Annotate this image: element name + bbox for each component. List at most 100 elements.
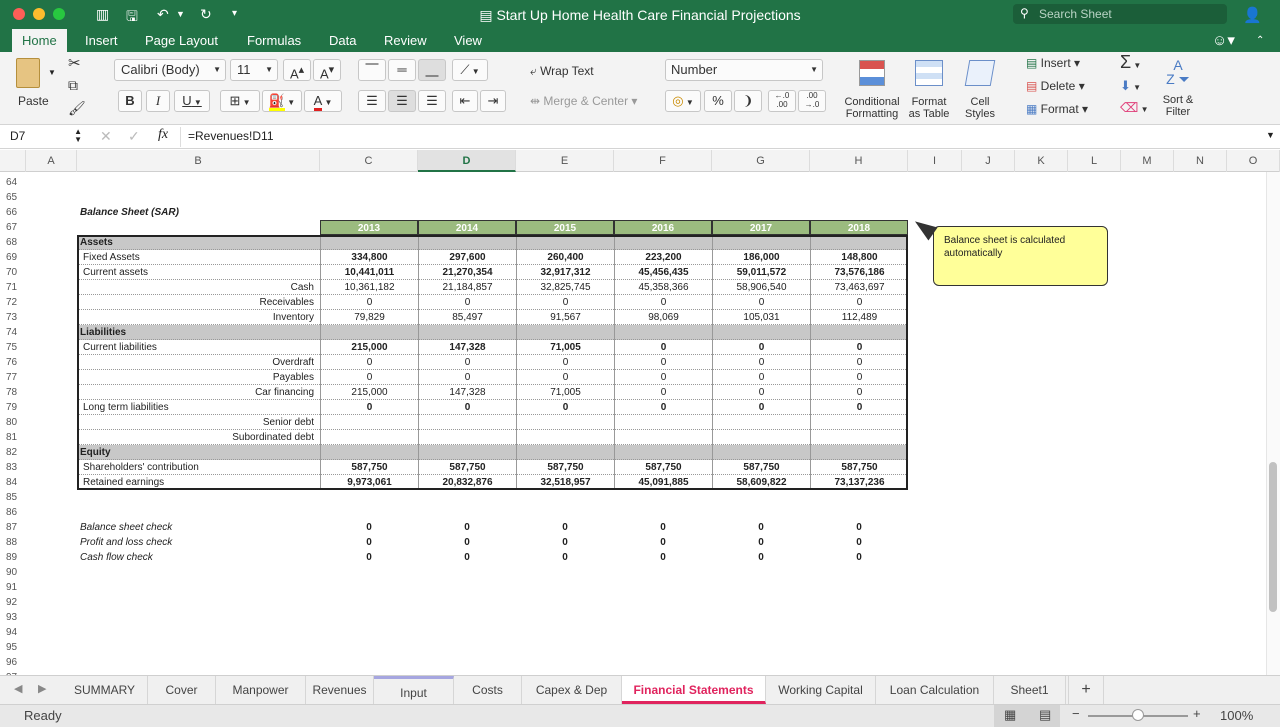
table-cell[interactable]: 10,361,182 [320, 280, 418, 295]
check-value[interactable]: 0 [418, 535, 516, 550]
confirm-formula-icon[interactable]: ✓ [128, 128, 140, 145]
increase-indent-button[interactable]: ⇥ [480, 90, 506, 112]
table-cell[interactable]: 58,906,540 [712, 280, 810, 295]
table-cell[interactable]: 0 [614, 340, 712, 355]
table-cell[interactable]: 0 [712, 295, 810, 310]
sheet-tab[interactable]: Cover [148, 676, 216, 704]
table-cell[interactable]: 0 [614, 400, 712, 415]
column-header[interactable]: C [320, 150, 418, 172]
align-bottom-button[interactable]: ⎽ [418, 59, 446, 81]
page-layout-view-icon[interactable]: ▤ [1039, 707, 1051, 723]
row-header[interactable]: 87 [0, 520, 26, 535]
table-cell[interactable] [516, 445, 614, 460]
column-header[interactable]: O [1227, 150, 1280, 172]
check-value[interactable]: 0 [810, 535, 908, 550]
accounting-format-button[interactable]: ◎ ▼ [665, 90, 701, 112]
table-cell[interactable] [712, 430, 810, 445]
column-header[interactable]: F [614, 150, 712, 172]
row-header[interactable]: 82 [0, 445, 26, 460]
fill-down-icon[interactable]: ⬇ ▼ [1120, 78, 1141, 94]
check-value[interactable]: 0 [614, 550, 712, 565]
table-cell[interactable]: 148,800 [810, 250, 908, 265]
tab-page-layout[interactable]: Page Layout [145, 33, 218, 48]
scroll-tabs-right-icon[interactable]: ▶ [38, 682, 46, 695]
worksheet-grid[interactable]: 64 65 66 67 68 69 70 71 72 73 74 75 76 77 78 79 80 81 82 83… [0, 172, 1266, 675]
sheet-tab[interactable]: SUMMARY [62, 676, 148, 704]
corner-select-all[interactable] [0, 150, 26, 172]
check-value[interactable]: 0 [614, 520, 712, 535]
table-cell[interactable]: 98,069 [614, 310, 712, 325]
format-cells-button[interactable]: ▦ Format ▾ [1026, 102, 1088, 116]
align-left-button[interactable]: ☰ [358, 90, 386, 112]
table-cell[interactable]: 587,750 [516, 460, 614, 475]
zoom-in-icon[interactable]: + [1193, 706, 1201, 721]
column-header[interactable]: N [1174, 150, 1227, 172]
table-cell[interactable]: 112,489 [810, 310, 908, 325]
table-cell[interactable]: 9,973,061 [320, 475, 418, 490]
table-cell[interactable]: 0 [614, 370, 712, 385]
table-cell[interactable]: 58,609,822 [712, 475, 810, 490]
normal-view-icon[interactable]: ▦ [1004, 707, 1016, 723]
column-header[interactable]: E [516, 150, 614, 172]
collapse-ribbon-icon[interactable]: ⌃ [1256, 35, 1264, 46]
table-cell[interactable]: 147,328 [418, 385, 516, 400]
table-cell[interactable] [516, 235, 614, 250]
sort-filter-button[interactable]: AZ ⏷ Sort & Filter [1155, 56, 1201, 120]
table-cell[interactable]: 0 [418, 355, 516, 370]
table-cell[interactable]: 334,800 [320, 250, 418, 265]
expand-formula-icon[interactable]: ▼ [1266, 130, 1275, 140]
column-header[interactable]: I [908, 150, 962, 172]
table-cell[interactable]: 147,328 [418, 340, 516, 355]
table-cell[interactable]: 0 [810, 355, 908, 370]
clear-eraser-icon[interactable]: ⌫ ▼ [1120, 100, 1149, 116]
sheet-tab[interactable]: Capex & Dep [522, 676, 622, 704]
merge-center-button[interactable]: ⇹ Merge & Center ▾ [530, 94, 637, 108]
sheet-tab[interactable]: Costs [454, 676, 522, 704]
table-cell[interactable] [418, 325, 516, 340]
table-cell[interactable]: 71,005 [516, 340, 614, 355]
copy-icon[interactable]: ⧉ [68, 77, 78, 94]
conditional-formatting-button[interactable]: Conditional Formatting [842, 56, 902, 120]
table-cell[interactable]: 0 [712, 400, 810, 415]
column-header[interactable]: D [418, 150, 516, 172]
table-cell[interactable] [810, 235, 908, 250]
table-cell[interactable]: 20,832,876 [418, 475, 516, 490]
table-cell[interactable]: 0 [320, 370, 418, 385]
table-cell[interactable]: 0 [614, 385, 712, 400]
autosum-button[interactable]: Σ ▼ [1120, 52, 1141, 73]
table-cell[interactable]: 79,829 [320, 310, 418, 325]
name-box[interactable]: D7 ▲ ▼ [6, 127, 84, 147]
table-cell[interactable]: 71,005 [516, 385, 614, 400]
table-cell[interactable] [810, 430, 908, 445]
align-top-button[interactable]: ⎺ [358, 59, 386, 81]
row-header[interactable]: 65 [0, 190, 26, 205]
table-cell[interactable]: 0 [516, 295, 614, 310]
font-color-button[interactable]: A ▼ [304, 90, 342, 112]
table-cell[interactable]: 91,567 [516, 310, 614, 325]
table-cell[interactable]: 0 [320, 355, 418, 370]
row-header[interactable]: 81 [0, 430, 26, 445]
table-cell[interactable]: 223,200 [614, 250, 712, 265]
table-cell[interactable] [320, 445, 418, 460]
table-cell[interactable]: 587,750 [418, 460, 516, 475]
row-header[interactable]: 84 [0, 475, 26, 490]
smiley-feedback-icon[interactable]: ☺▾ [1212, 31, 1235, 49]
table-cell[interactable]: 45,358,366 [614, 280, 712, 295]
wrap-text-button[interactable]: ⤶ Wrap Text [530, 64, 594, 79]
check-value[interactable]: 0 [810, 550, 908, 565]
column-header[interactable]: G [712, 150, 810, 172]
table-cell[interactable] [418, 430, 516, 445]
table-cell[interactable] [712, 415, 810, 430]
row-header[interactable]: 64 [0, 175, 26, 190]
row-header[interactable]: 70 [0, 265, 26, 280]
increase-decimal-button[interactable]: ←.0 .00 [768, 90, 796, 112]
table-cell[interactable]: 0 [320, 400, 418, 415]
check-value[interactable]: 0 [320, 535, 418, 550]
table-cell[interactable]: 587,750 [614, 460, 712, 475]
sheet-tab[interactable]: Loan Calculation [876, 676, 994, 704]
table-cell[interactable]: 45,091,885 [614, 475, 712, 490]
zoom-slider-thumb[interactable] [1132, 709, 1144, 721]
tab-view[interactable]: View [454, 33, 482, 48]
insert-function-icon[interactable]: fx [158, 127, 168, 143]
table-cell[interactable] [516, 430, 614, 445]
